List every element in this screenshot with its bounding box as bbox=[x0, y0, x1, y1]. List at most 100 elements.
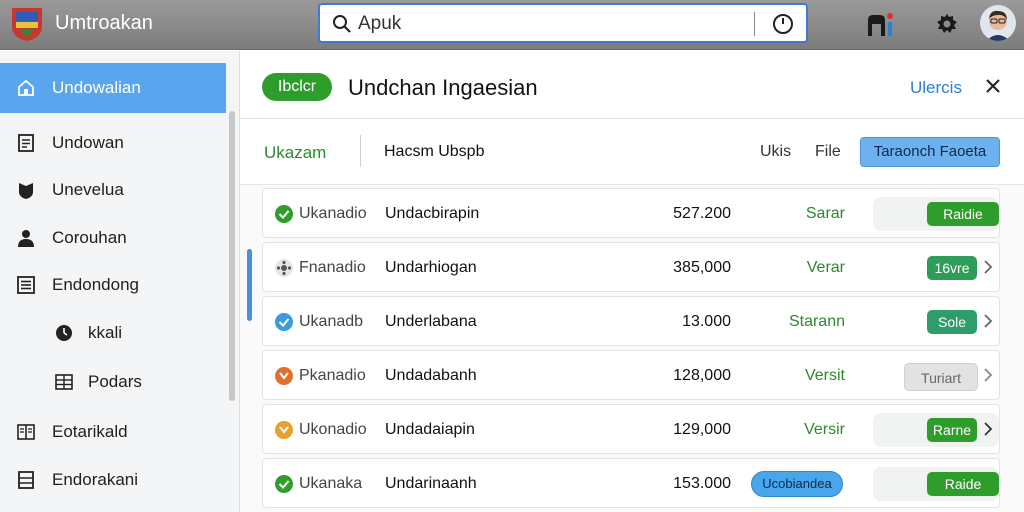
row-status: Versit bbox=[804, 367, 845, 384]
shield-icon bbox=[19, 183, 33, 199]
table-icon bbox=[18, 471, 34, 489]
gear-circle-icon bbox=[275, 259, 293, 277]
search-input[interactable] bbox=[358, 11, 738, 37]
app-logo-icon bbox=[12, 8, 42, 41]
toolbar: Ukazam Hacsm Ubspb Ukis File Taraonch Fa… bbox=[240, 119, 1024, 185]
sidebar-item-endorakani[interactable]: Endorakani bbox=[0, 455, 228, 505]
sidebar-item-undowalian[interactable]: Undowalian bbox=[0, 63, 226, 113]
document-icon bbox=[18, 134, 34, 152]
row-action-button[interactable]: 16vre bbox=[927, 256, 977, 280]
tab-ukazam[interactable]: Ukazam bbox=[264, 143, 326, 163]
row-status: Versir bbox=[804, 421, 845, 438]
columns-icon bbox=[17, 424, 35, 440]
sidebar: Undowalian Undowan Unevelua Corouhan End… bbox=[0, 51, 240, 512]
notifications-icon[interactable] bbox=[866, 12, 894, 38]
panel-header: Ibclcr Undchan Ingaesian Ulercis bbox=[240, 51, 1024, 119]
row-name: Ukanadio bbox=[299, 205, 367, 222]
toolbar-divider bbox=[360, 135, 361, 167]
chevron-right-icon[interactable] bbox=[983, 313, 993, 329]
table-row[interactable]: Ukanadb Underlabana 13.000 Starann Sole bbox=[262, 296, 1000, 346]
toolbar-subtitle: Hacsm Ubspb bbox=[384, 143, 485, 160]
row-tag[interactable]: Ucobiandea bbox=[751, 471, 843, 497]
gear-icon[interactable] bbox=[935, 12, 959, 36]
close-icon[interactable] bbox=[982, 75, 1004, 97]
row-action-button[interactable]: Turiart bbox=[904, 363, 978, 391]
page-title: Undchan Ingaesian bbox=[348, 75, 538, 100]
sidebar-item-label: Podars bbox=[88, 372, 142, 391]
sidebar-item-corouhan[interactable]: Corouhan bbox=[0, 213, 228, 263]
ukis-button[interactable]: Ukis bbox=[760, 143, 791, 161]
sidebar-item-eotarikald[interactable]: Eotarikald bbox=[0, 407, 228, 457]
row-description: Undarhiogan bbox=[385, 259, 477, 276]
list-scroll-indicator[interactable] bbox=[247, 249, 252, 321]
row-amount: 153.000 bbox=[673, 475, 731, 492]
sidebar-item-label: Endorakani bbox=[52, 470, 139, 489]
table-row[interactable]: Pkanadio Undadabanh 128,000 Versit Turia… bbox=[262, 350, 1000, 400]
top-bar: Umtroakan bbox=[0, 0, 1024, 50]
avatar-image-icon bbox=[980, 5, 1016, 41]
chevron-right-icon[interactable] bbox=[983, 421, 993, 437]
row-name: Ukanadb bbox=[299, 313, 364, 330]
chevron-right-icon[interactable] bbox=[983, 259, 993, 275]
sidebar-item-label: Eotarikald bbox=[52, 422, 128, 441]
row-description: Undarinaanh bbox=[385, 475, 477, 492]
row-description: Undadabanh bbox=[385, 367, 477, 384]
table-row[interactable]: Fnanadio Undarhiogan 385,000 Verar 16vre bbox=[262, 242, 1000, 292]
sidebar-scrollbar[interactable] bbox=[229, 111, 235, 401]
clock-icon[interactable] bbox=[772, 13, 794, 35]
sidebar-item-label: Undowalian bbox=[52, 78, 141, 97]
sidebar-item-undowan[interactable]: Undowan bbox=[0, 118, 228, 168]
header-badge: Ibclcr bbox=[262, 73, 332, 101]
row-description: Underlabana bbox=[385, 313, 477, 330]
home-icon bbox=[18, 79, 34, 96]
sidebar-item-label: kkali bbox=[88, 323, 123, 342]
sidebar-item-label: Undowan bbox=[52, 133, 124, 152]
sidebar-item-label: Endondong bbox=[52, 275, 139, 294]
row-action-button[interactable]: Sole bbox=[927, 310, 977, 334]
row-name: Pkanadio bbox=[299, 367, 366, 384]
app-title: Umtroakan bbox=[55, 12, 153, 34]
primary-action-button[interactable]: Taraonch Faoeta bbox=[860, 137, 1000, 167]
row-action-button[interactable]: Raide bbox=[927, 472, 999, 496]
row-description: Undadaiapin bbox=[385, 421, 475, 438]
table-row[interactable]: Ukanaka Undarinaanh 153.000 Ucobiandea R… bbox=[262, 458, 1000, 508]
main-panel: Ibclcr Undchan Ingaesian Ulercis Ukazam … bbox=[240, 51, 1024, 512]
row-amount: 385,000 bbox=[673, 259, 731, 276]
row-action-button[interactable]: Rarne bbox=[927, 418, 977, 442]
check-circle-icon bbox=[275, 475, 293, 493]
header-action-link[interactable]: Ulercis bbox=[910, 78, 962, 98]
sidebar-item-podars[interactable]: Podars bbox=[0, 357, 228, 407]
chevron-right-icon[interactable] bbox=[983, 367, 993, 383]
row-status: Verar bbox=[806, 259, 845, 276]
row-name: Ukonadio bbox=[299, 421, 367, 438]
row-name: Fnanadio bbox=[299, 259, 366, 276]
check-circle-icon bbox=[275, 205, 293, 223]
warning-circle-icon bbox=[275, 421, 293, 439]
clock-icon bbox=[56, 325, 72, 341]
row-status: Sarar bbox=[805, 205, 845, 222]
check-circle-icon bbox=[275, 313, 293, 331]
grid-icon bbox=[55, 374, 73, 390]
list-icon bbox=[17, 276, 35, 294]
table-row[interactable]: Ukonadio Undadaiapin 129,000 Versir Rarn… bbox=[262, 404, 1000, 454]
row-amount: 13.000 bbox=[682, 313, 731, 330]
row-amount: 527.200 bbox=[673, 205, 731, 222]
person-icon bbox=[18, 230, 34, 247]
search-divider bbox=[754, 12, 755, 36]
avatar[interactable] bbox=[980, 5, 1016, 41]
sidebar-item-label: Corouhan bbox=[52, 228, 127, 247]
row-amount: 129,000 bbox=[673, 421, 731, 438]
sidebar-item-unevelua[interactable]: Unevelua bbox=[0, 165, 228, 215]
file-button[interactable]: File bbox=[815, 143, 841, 161]
warning-circle-icon bbox=[275, 367, 293, 385]
table-row[interactable]: Ukanadio Undacbirapin 527.200 Sarar Raid… bbox=[262, 188, 1000, 238]
row-amount: 128,000 bbox=[673, 367, 731, 384]
row-action-button[interactable]: Raidie bbox=[927, 202, 999, 226]
sidebar-item-kkali[interactable]: kkali bbox=[0, 308, 228, 358]
search-bar[interactable] bbox=[318, 3, 808, 43]
row-status: Starann bbox=[788, 313, 845, 330]
sidebar-item-endondong[interactable]: Endondong bbox=[0, 260, 228, 310]
row-name: Ukanaka bbox=[299, 475, 363, 492]
row-description: Undacbirapin bbox=[385, 205, 480, 222]
sidebar-item-label: Unevelua bbox=[52, 180, 124, 199]
